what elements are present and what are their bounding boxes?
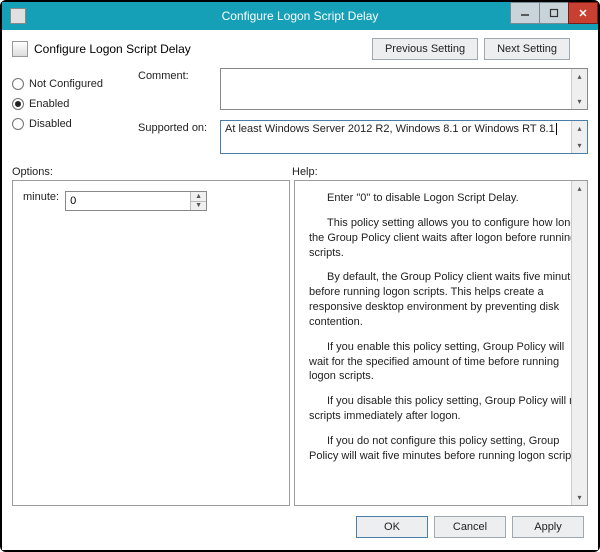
radio-dot-icon [12,98,24,110]
spinner-down-icon[interactable]: ▼ [191,202,206,211]
scroll-up-icon[interactable]: ▴ [572,121,587,136]
text-caret-icon [556,123,557,135]
scroll-up-icon[interactable]: ▴ [572,181,587,196]
spinner-buttons: ▲ ▼ [190,192,206,210]
options-label: Options: [12,166,292,178]
spinner-up-icon[interactable]: ▲ [191,192,206,202]
state-radio-group: Not Configured Enabled Disabled [12,68,130,154]
help-paragraph: By default, the Group Policy client wait… [309,270,585,329]
close-button[interactable] [568,2,598,24]
help-paragraph: This policy setting allows you to config… [309,216,585,261]
apply-button[interactable]: Apply [512,516,584,538]
scroll-down-icon[interactable]: ▾ [572,138,587,153]
supported-on-textbox[interactable]: At least Windows Server 2012 R2, Windows… [220,120,588,154]
pane-labels-row: Options: Help: [2,162,598,180]
lower-panes: minute: ▲ ▼ Enter "0" to disable Logon S… [2,180,598,506]
minimize-button[interactable] [510,2,540,24]
comment-scrollbar[interactable]: ▴ ▾ [571,69,587,109]
radio-disabled[interactable]: Disabled [12,118,130,130]
label-fields: Comment: ▴ ▾ Supported on: At least Wind… [138,68,588,154]
radio-dot-icon [12,118,24,130]
window-buttons [511,2,598,30]
comment-label: Comment: [138,68,216,82]
titlebar: Configure Logon Script Delay [2,2,598,30]
help-paragraph: If you enable this policy setting, Group… [309,340,585,385]
cancel-button[interactable]: Cancel [434,516,506,538]
radio-dot-icon [12,78,24,90]
options-pane: minute: ▲ ▼ [12,180,290,506]
radio-label: Enabled [29,98,69,110]
dialog-footer: OK Cancel Apply [2,506,598,550]
minute-label: minute: [23,191,59,203]
ok-button[interactable]: OK [356,516,428,538]
window-title: Configure Logon Script Delay [2,9,598,23]
scroll-up-icon[interactable]: ▴ [572,69,587,84]
comment-value[interactable] [221,69,571,109]
radio-label: Not Configured [29,78,103,90]
minute-spinner[interactable]: ▲ ▼ [65,191,207,211]
help-label: Help: [292,166,318,178]
radio-enabled[interactable]: Enabled [12,98,130,110]
help-paragraph: If you do not configure this policy sett… [309,434,585,464]
radio-label: Disabled [29,118,72,130]
minute-input[interactable] [66,192,190,210]
scroll-track[interactable] [572,84,587,94]
dialog-window: Configure Logon Script Delay Configure L… [2,2,598,550]
radio-not-configured[interactable]: Not Configured [12,78,130,90]
header-row: Configure Logon Script Delay Previous Se… [2,30,598,66]
help-pane: Enter "0" to disable Logon Script Delay.… [294,180,588,506]
help-body: Enter "0" to disable Logon Script Delay.… [295,181,587,505]
previous-setting-button[interactable]: Previous Setting [372,38,478,60]
system-menu-icon[interactable] [10,8,26,24]
help-paragraph: Enter "0" to disable Logon Script Delay. [309,191,585,206]
maximize-button[interactable] [539,2,569,24]
policy-icon [12,41,28,57]
next-setting-button[interactable]: Next Setting [484,38,570,60]
comment-textbox[interactable]: ▴ ▾ [220,68,588,110]
scroll-track[interactable] [572,196,587,490]
help-scrollbar[interactable]: ▴ ▾ [571,181,587,505]
upper-section: Not Configured Enabled Disabled Comment:… [2,66,598,162]
scroll-down-icon[interactable]: ▾ [572,94,587,109]
supported-scrollbar[interactable]: ▴ ▾ [571,121,587,153]
scroll-down-icon[interactable]: ▾ [572,490,587,505]
help-paragraph: If you disable this policy setting, Grou… [309,394,585,424]
supported-on-label: Supported on: [138,120,216,134]
nav-buttons: Previous Setting Next Setting [372,38,570,60]
supported-on-value: At least Windows Server 2012 R2, Windows… [221,121,571,153]
policy-title: Configure Logon Script Delay [34,42,191,56]
